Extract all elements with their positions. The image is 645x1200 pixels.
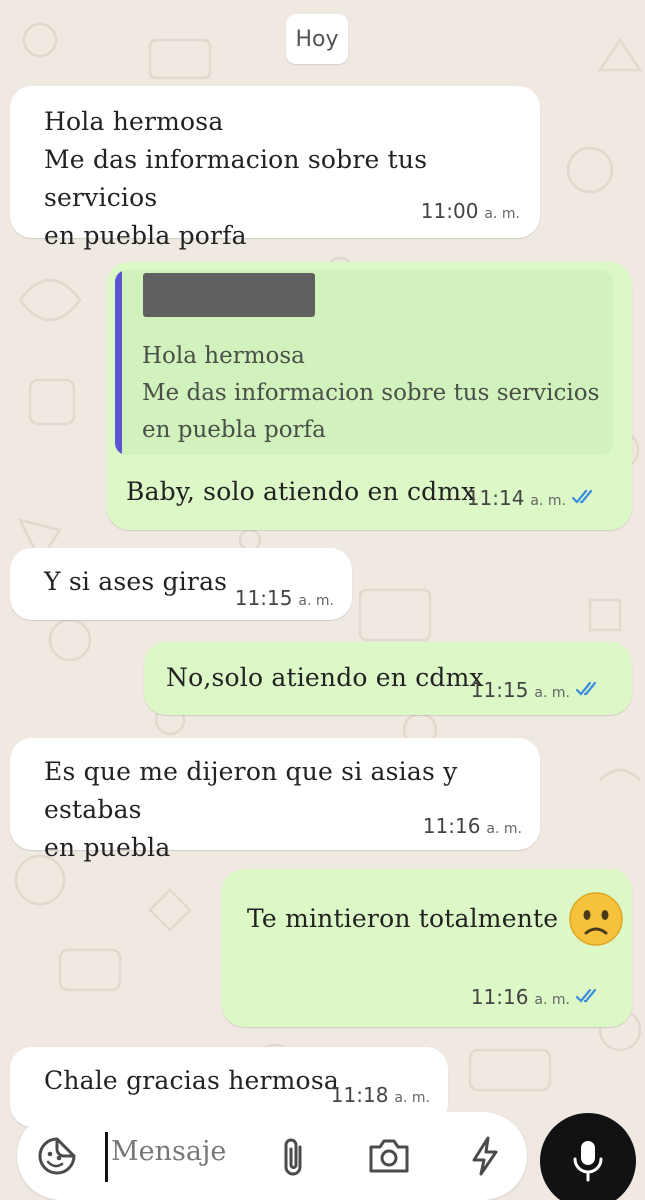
text-cursor — [105, 1132, 108, 1182]
message-incoming[interactable]: Es que me dijeron que si asias y estabas… — [10, 738, 540, 862]
message-meta: 11:14 a. m. — [467, 486, 598, 510]
bolt-icon[interactable] — [465, 1134, 505, 1178]
message-outgoing[interactable]: No,solo atiendo en cdmx 11:15 a. m. — [144, 642, 632, 715]
message-time: 11:16 — [470, 985, 529, 1009]
message-time: 11:00 — [420, 199, 479, 223]
confused-face-icon — [569, 892, 624, 946]
message-ampm: a. m. — [534, 992, 570, 1008]
message-incoming[interactable]: Y si ases giras 11:15 a. m. — [10, 548, 352, 620]
message-time: 11:15 — [234, 586, 293, 610]
message-ampm: a. m. — [534, 685, 570, 701]
message-text: Te mintieron totalmente — [247, 891, 624, 947]
attach-icon[interactable] — [273, 1134, 313, 1178]
message-outgoing[interactable]: Te mintieron totalmente 11:16 a. m. — [222, 869, 632, 1027]
message-incoming[interactable]: Hola hermosa Me das informacion sobre tu… — [10, 86, 540, 250]
message-ampm: a. m. — [530, 493, 566, 509]
read-ticks-icon — [572, 489, 593, 504]
message-meta: 11:00 a. m. — [421, 199, 520, 223]
message-time: 11:16 — [422, 814, 481, 838]
message-time: 11:18 — [330, 1083, 389, 1107]
mic-icon — [573, 1141, 603, 1182]
read-ticks-icon — [576, 681, 597, 696]
date-chip: Hoy — [286, 14, 348, 64]
message-text: No,solo atiendo en cdmx — [166, 663, 484, 692]
message-meta: 11:18 a. m. — [331, 1083, 430, 1107]
message-input[interactable]: Mensaje — [111, 1136, 226, 1167]
quoted-message[interactable]: Hola hermosa Me das informacion sobre tu… — [115, 270, 613, 455]
message-ampm: a. m. — [394, 1090, 430, 1106]
message-text: Hola hermosa Me das informacion sobre tu… — [44, 107, 428, 250]
message-text: Chale gracias hermosa — [44, 1066, 339, 1095]
quote-bar — [115, 270, 122, 455]
message-ampm: a. m. — [484, 206, 520, 222]
message-time: 11:15 — [470, 678, 529, 702]
message-meta: 11:16 a. m. — [423, 814, 522, 838]
redacted-sender-name — [143, 273, 315, 317]
message-meta: 11:15 a. m. — [235, 586, 334, 610]
message-text: Baby, solo atiendo en cdmx — [126, 477, 476, 506]
sticker-icon[interactable] — [35, 1134, 79, 1178]
message-ampm: a. m. — [486, 821, 522, 837]
quoted-message-text: Hola hermosa Me das informacion sobre tu… — [142, 343, 600, 443]
message-time: 11:14 — [466, 486, 525, 510]
message-outgoing[interactable]: Hola hermosa Me das informacion sobre tu… — [107, 262, 632, 530]
message-meta: 11:16 a. m. — [471, 985, 602, 1009]
message-meta: 11:15 a. m. — [471, 678, 602, 702]
message-text: Es que me dijeron que si asias y estabas… — [44, 757, 458, 862]
camera-icon[interactable] — [365, 1134, 413, 1178]
message-composer[interactable]: Mensaje — [17, 1112, 527, 1200]
read-ticks-icon — [576, 988, 597, 1003]
message-text-content: Te mintieron totalmente — [247, 904, 559, 933]
chat-thread[interactable]: Hoy Hola hermosa Me das informacion sobr… — [0, 0, 645, 1127]
message-text: Y si ases giras — [44, 567, 228, 596]
message-ampm: a. m. — [298, 593, 334, 609]
mic-button[interactable] — [540, 1113, 636, 1200]
